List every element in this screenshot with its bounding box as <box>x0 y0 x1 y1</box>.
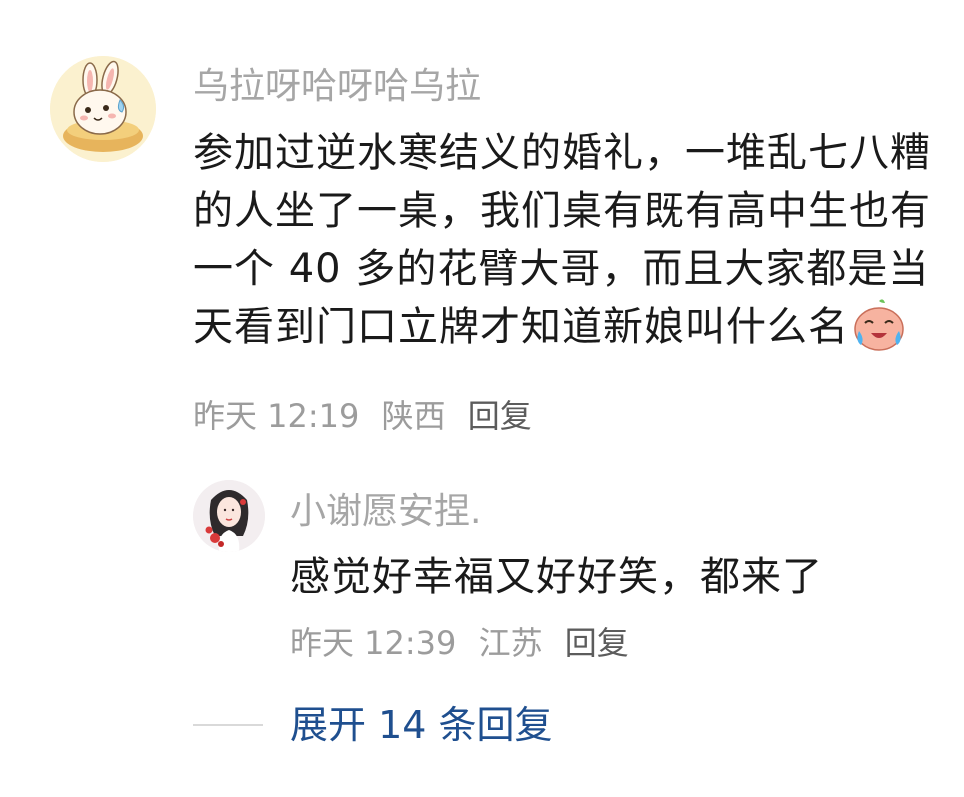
girl-portrait-avatar-icon <box>193 480 265 552</box>
reply-location: 江苏 <box>478 624 543 662</box>
commenter-avatar[interactable] <box>50 56 156 162</box>
comment-line: 的人坐了一桌，我们桌有既有高中生也有 <box>193 188 931 234</box>
comment-line-last: 天看到门口立牌才知道新娘叫什么名 <box>193 298 931 356</box>
expand-divider <box>193 724 263 726</box>
comment-thread: 乌拉呀哈呀哈乌拉 参加过逆水寒结义的婚礼，一堆乱七八糟 的人坐了一桌，我们桌有既… <box>0 0 964 797</box>
comment-line: 天看到门口立牌才知道新娘叫什么名 <box>193 304 849 350</box>
crying-laughing-emoji-icon <box>851 297 907 353</box>
comment-body: 参加过逆水寒结义的婚礼，一堆乱七八糟 的人坐了一桌，我们桌有既有高中生也有 一个… <box>193 124 931 356</box>
commenter-username[interactable]: 乌拉呀哈呀哈乌拉 <box>193 67 481 107</box>
comment-location: 陕西 <box>381 397 446 435</box>
replier-username[interactable]: 小谢愿安捏. <box>290 492 481 532</box>
comment-meta: 昨天 12:19 陕西 回复 <box>193 398 544 434</box>
comment-line: 参加过逆水寒结义的婚礼，一堆乱七八糟 <box>193 130 931 176</box>
expand-replies-link[interactable]: 展开 14 条回复 <box>290 704 553 746</box>
bunny-avatar-icon <box>50 56 156 162</box>
reply-to-reply-button[interactable]: 回复 <box>565 625 629 661</box>
reply-time: 昨天 12:39 <box>290 624 457 662</box>
reply-body: 感觉好幸福又好好笑，都来了 <box>290 548 823 606</box>
replier-avatar[interactable] <box>193 480 265 552</box>
reply-meta: 昨天 12:39 江苏 回复 <box>290 625 641 661</box>
comment-line: 一个 40 多的花臂大哥，而且大家都是当 <box>193 246 930 292</box>
comment-time: 昨天 12:19 <box>193 397 360 435</box>
reply-line: 感觉好幸福又好好笑，都来了 <box>290 554 823 600</box>
reply-button[interactable]: 回复 <box>468 398 532 434</box>
